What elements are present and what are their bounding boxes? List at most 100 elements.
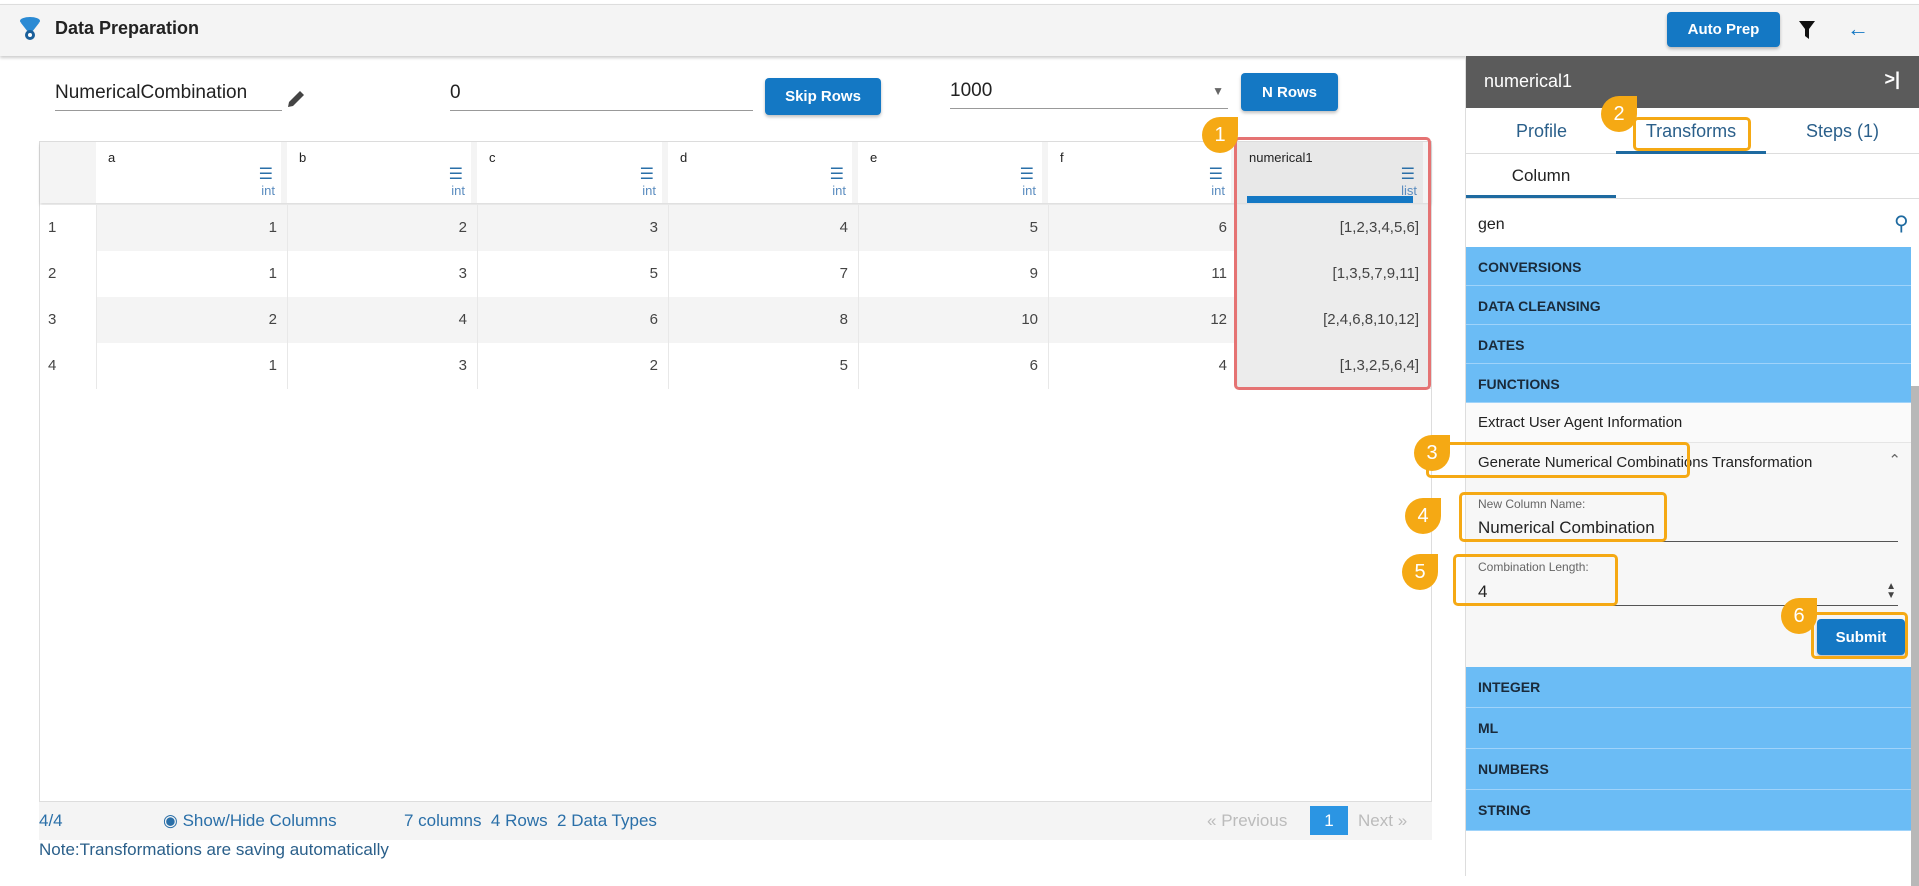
column-header[interactable]: b ☰ int [287,142,477,203]
eye-icon: ◉ [163,811,178,830]
highlight-generate-item [1426,442,1690,478]
edit-pencil-icon[interactable] [285,88,307,110]
table-row: 3 2 4 6 8 10 12 [2,4,6,8,10,12] [40,297,1431,343]
skip-rows-button[interactable]: Skip Rows [765,78,881,115]
show-hide-label: Show/Hide Columns [182,811,337,830]
back-arrow-icon[interactable]: ← [1847,16,1869,42]
table-cell[interactable]: 3 [287,251,477,297]
table-cell[interactable]: 3 [287,343,477,389]
table-footer: 4/4 ◉ Show/Hide Columns 7 columns 4 Rows… [39,802,1432,840]
highlight-new-column-name [1459,492,1667,542]
chevron-up-icon[interactable]: ⌃ [1888,451,1901,469]
table-cell[interactable]: 10 [858,297,1048,343]
table-cell[interactable]: 2 [287,205,477,251]
callout-3: 3 [1414,435,1450,471]
table-cell[interactable]: 11 [1048,251,1237,297]
column-menu-icon[interactable]: ☰ [830,164,844,184]
transform-search-input[interactable]: gen [1478,216,1505,234]
table-cell[interactable]: 3 [477,205,668,251]
table-cell[interactable]: 4 [1048,343,1237,389]
callout-4: 4 [1405,498,1441,534]
table-cell[interactable]: 2 [477,343,668,389]
previous-button[interactable]: Previous [1221,811,1287,830]
table-cell[interactable]: 6 [477,297,668,343]
column-name: e [870,150,878,165]
column-menu-icon[interactable]: ☰ [640,164,654,184]
column-menu-icon[interactable]: ☰ [1020,164,1034,184]
row-number: 4 [40,343,96,389]
category-dates[interactable]: DATES [1466,325,1911,364]
tab-profile[interactable]: Profile [1516,121,1567,142]
category-conversions[interactable]: CONVERSIONS [1466,247,1911,286]
highlight-submit [1811,612,1908,659]
autosave-note: Note:Transformations are saving automati… [39,840,389,859]
category-numbers[interactable]: NUMBERS [1466,749,1911,790]
tab-steps[interactable]: Steps (1) [1806,121,1879,142]
column-type: int [1022,183,1036,198]
table-summary: 7 columns 4 Rows 2 Data Types [404,811,657,830]
collapse-panel-icon[interactable]: >| [1884,69,1900,90]
data-prep-logo-icon [20,17,40,40]
show-hide-columns-button[interactable]: ◉ Show/Hide Columns [163,811,337,831]
table-cell[interactable]: 5 [477,251,668,297]
table-cell[interactable]: 1 [96,251,287,297]
skip-rows-input[interactable]: 0 [450,82,753,111]
table-cell[interactable]: 7 [668,251,858,297]
search-icon[interactable]: ⚲ [1894,211,1909,236]
column-menu-icon[interactable]: ☰ [1209,164,1223,184]
category-functions[interactable]: FUNCTIONS [1466,364,1911,403]
row-number: 2 [40,251,96,297]
top-bar [0,4,1919,56]
column-header[interactable]: f ☰ int [1048,142,1237,203]
callout-1: 1 [1202,117,1238,153]
category-string[interactable]: STRING [1466,790,1911,831]
table-cell[interactable]: 6 [858,343,1048,389]
n-rows-value: 1000 [950,80,993,101]
panel-scrollbar[interactable] [1911,386,1919,886]
table-cell[interactable]: 1 [96,343,287,389]
column-menu-icon[interactable]: ☰ [259,164,273,184]
table-cell[interactable]: 9 [858,251,1048,297]
n-rows-button[interactable]: N Rows [1241,73,1338,111]
highlight-transforms-tab [1633,117,1751,151]
column-type: int [832,183,846,198]
callout-2: 2 [1601,96,1637,132]
next-button[interactable]: Next [1358,811,1393,830]
table-cell[interactable]: 5 [668,343,858,389]
table-cell[interactable]: 4 [287,297,477,343]
table-cell[interactable]: 5 [858,205,1048,251]
panel-title: numerical1 [1484,71,1573,91]
category-ml[interactable]: ML [1466,708,1911,749]
number-spinner-icon[interactable]: ▲ ▼ [1886,582,1896,601]
row-number: 3 [40,297,96,343]
n-rows-select[interactable]: 1000 ▼ [950,80,1228,109]
column-name: b [299,150,307,165]
table-cell[interactable]: 2 [96,297,287,343]
table-row: 4 1 3 2 5 6 4 [1,3,2,5,6,4] [40,343,1431,389]
category-data-cleansing[interactable]: DATA CLEANSING [1466,286,1911,325]
column-header[interactable]: e ☰ int [858,142,1048,203]
table-row: 1 1 2 3 4 5 6 [1,2,3,4,5,6] [40,205,1431,251]
dropdown-caret-icon: ▼ [1212,84,1224,98]
column-header[interactable]: d ☰ int [668,142,858,203]
column-menu-icon[interactable]: ☰ [449,164,463,184]
row-count: 4/4 [39,811,63,830]
table-cell[interactable]: 4 [668,205,858,251]
column-name: d [680,150,688,165]
column-type: int [1211,183,1225,198]
column-header[interactable]: c ☰ int [477,142,668,203]
auto-prep-button[interactable]: Auto Prep [1667,12,1780,47]
table-cell[interactable]: 1 [96,205,287,251]
column-header[interactable]: a ☰ int [96,142,287,203]
table-cell[interactable]: 8 [668,297,858,343]
page-1-button[interactable]: 1 [1310,806,1348,835]
table-cell[interactable]: 12 [1048,297,1237,343]
transform-item-extract-user-agent[interactable]: Extract User Agent Information [1466,403,1911,443]
table-cell[interactable]: 6 [1048,205,1237,251]
filter-icon[interactable] [1798,20,1816,40]
category-integer[interactable]: INTEGER [1466,667,1911,708]
column-name: c [489,150,496,165]
subtab-column[interactable]: Column [1466,154,1616,198]
dataset-name-input[interactable]: NumericalCombination [55,82,282,111]
callout-5: 5 [1402,554,1438,590]
